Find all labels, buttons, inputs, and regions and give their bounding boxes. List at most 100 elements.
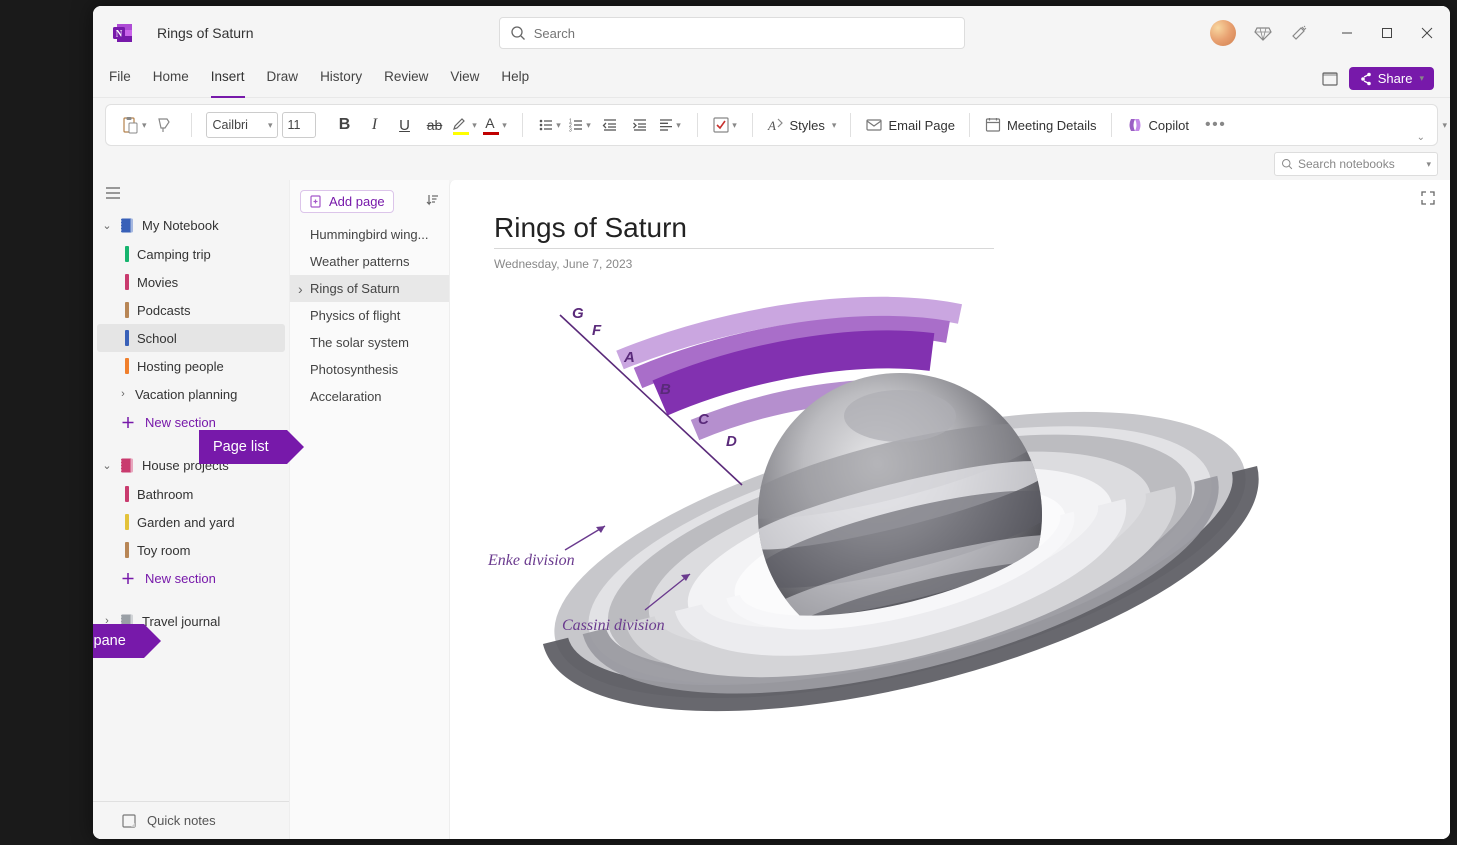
section-item[interactable]: Camping trip (93, 240, 289, 268)
section-color-tab (125, 542, 129, 558)
meeting-details-button[interactable]: Meeting Details (978, 111, 1103, 139)
search-icon (510, 25, 526, 41)
menu-file[interactable]: File (109, 69, 131, 88)
section-item[interactable]: Movies (93, 268, 289, 296)
page-item[interactable]: The solar system (290, 329, 449, 356)
premium-diamond-icon[interactable] (1254, 24, 1272, 42)
share-button[interactable]: Share ▾ (1349, 67, 1434, 90)
section-item[interactable]: ›Vacation planning (93, 380, 289, 408)
ribbon-toolbar: ▾ Cailbri▾ 11▾ B I U ab ▾ A▾ ▾ 123▾ (105, 104, 1438, 146)
chevron-icon: ⌄ (101, 219, 113, 232)
sort-pages-button[interactable] (425, 193, 439, 210)
menu-home[interactable]: Home (153, 69, 189, 88)
chevron-down-icon: ▾ (1426, 159, 1431, 170)
todo-tag-button[interactable]: ▾ (712, 111, 738, 139)
section-label: Camping trip (137, 247, 211, 262)
add-page-button[interactable]: Add page (300, 190, 394, 213)
bullets-button[interactable]: ▾ (537, 111, 563, 139)
highlight-button[interactable]: ▾ (452, 111, 478, 139)
search-box[interactable] (499, 17, 965, 49)
page-item[interactable]: Hummingbird wing... (290, 221, 449, 248)
ribbon-overflow-button[interactable]: ••• (1205, 116, 1226, 134)
email-page-button[interactable]: Email Page (859, 111, 960, 139)
user-avatar[interactable] (1210, 20, 1236, 46)
notebook-item[interactable]: ⌄My Notebook (93, 210, 289, 240)
section-item[interactable]: Podcasts (93, 296, 289, 324)
section-label: Podcasts (137, 303, 190, 318)
section-item[interactable]: Garden and yard (93, 508, 289, 536)
format-painter-button[interactable] (151, 111, 177, 139)
page-item[interactable]: Physics of flight (290, 302, 449, 329)
page-item[interactable]: Weather patterns (290, 248, 449, 275)
svg-text:D: D (726, 433, 737, 450)
copilot-button[interactable]: Copilot (1120, 111, 1195, 139)
nav-toggle-button[interactable] (105, 186, 121, 203)
onenote-app-icon: N (109, 19, 137, 47)
paste-button[interactable]: ▾ (120, 111, 147, 139)
section-color-tab (125, 358, 129, 374)
notebook-search-box[interactable]: Search notebooks ▾ (1274, 152, 1438, 176)
svg-text:Cassini division: Cassini division (562, 617, 665, 634)
svg-text:N: N (116, 29, 123, 39)
quick-notes-button[interactable]: Quick notes (93, 801, 289, 839)
menu-view[interactable]: View (450, 69, 479, 88)
font-size-select[interactable]: 11▾ (282, 112, 316, 138)
underline-button[interactable]: U (392, 111, 418, 139)
font-name-select[interactable]: Cailbri▾ (206, 112, 278, 138)
section-label: Toy room (137, 543, 190, 558)
fullpage-view-icon[interactable] (1321, 70, 1339, 88)
add-page-icon (309, 195, 323, 209)
section-item[interactable]: Hosting people (93, 352, 289, 380)
share-label: Share (1378, 71, 1413, 86)
section-label: School (137, 331, 177, 346)
outdent-button[interactable] (597, 111, 623, 139)
minimize-button[interactable] (1338, 24, 1356, 42)
svg-text:C: C (698, 411, 710, 428)
page-title-input[interactable] (494, 212, 994, 249)
new-section-button[interactable]: New section (93, 564, 289, 592)
styles-button[interactable]: A Styles▾ (761, 111, 843, 139)
saturn-illustration: G F A B C D Enke division Cassini divisi… (480, 290, 1260, 810)
section-label: Hosting people (137, 359, 224, 374)
menu-history[interactable]: History (320, 69, 362, 88)
indent-button[interactable] (627, 111, 653, 139)
strikethrough-button[interactable]: ab (422, 111, 448, 139)
menu-draw[interactable]: Draw (267, 69, 299, 88)
search-input[interactable] (534, 26, 954, 41)
section-item[interactable]: Bathroom (93, 480, 289, 508)
page-item[interactable]: Accelaration (290, 383, 449, 410)
font-color-button[interactable]: A▾ (482, 111, 508, 139)
section-item[interactable]: School (97, 324, 285, 352)
page-date: Wednesday, June 7, 2023 (494, 257, 1406, 271)
section-color-tab (125, 274, 129, 290)
bold-button[interactable]: B (332, 111, 358, 139)
section-color-tab (125, 330, 129, 346)
coming-soon-icon[interactable] (1290, 24, 1308, 42)
chevron-icon: › (117, 388, 129, 400)
close-button[interactable] (1418, 24, 1436, 42)
section-color-tab (125, 246, 129, 262)
section-color-tab (125, 486, 129, 502)
callout-page-list: Page list (199, 430, 287, 464)
page-canvas[interactable]: Wednesday, June 7, 2023 (449, 180, 1450, 839)
chevron-icon: ⌄ (101, 459, 113, 472)
document-title: Rings of Saturn (157, 25, 254, 41)
maximize-button[interactable] (1378, 24, 1396, 42)
svg-text:F: F (592, 322, 602, 339)
numbering-button[interactable]: 123▾ (567, 111, 593, 139)
menu-bar: FileHomeInsertDrawHistoryReviewViewHelp … (93, 60, 1450, 98)
page-item[interactable]: Rings of Saturn (290, 275, 449, 302)
menu-insert[interactable]: Insert (211, 69, 245, 98)
page-item[interactable]: Photosynthesis (290, 356, 449, 383)
section-label: Garden and yard (137, 515, 235, 530)
ribbon-expand-button[interactable]: ⌄ (1413, 132, 1429, 143)
menu-review[interactable]: Review (384, 69, 428, 88)
expand-page-button[interactable] (1420, 190, 1436, 209)
title-bar: N Rings of Saturn (93, 6, 1450, 60)
quicknotes-icon (121, 813, 137, 829)
chevron-down-icon: ▾ (1419, 73, 1424, 84)
align-button[interactable]: ▾ (657, 111, 683, 139)
menu-help[interactable]: Help (501, 69, 529, 88)
italic-button[interactable]: I (362, 111, 388, 139)
section-item[interactable]: Toy room (93, 536, 289, 564)
